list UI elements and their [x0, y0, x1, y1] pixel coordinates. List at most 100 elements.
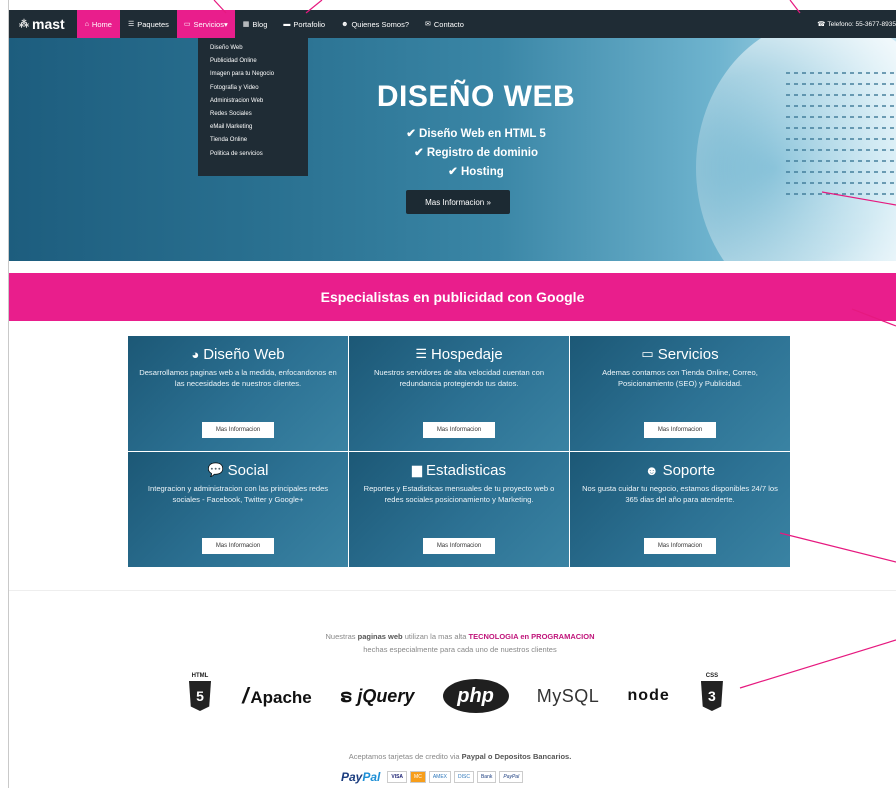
service-card-description: Ademas contamos con Tienda Online, Corre… — [602, 368, 758, 388]
service-card-soporte: ☻ Soporte Nos gusta cuidar tu negocio, e… — [570, 452, 790, 567]
service-card-servicios: ▭ Servicios Ademas contamos con Tienda O… — [570, 336, 790, 451]
html5-shield-icon: 5 — [189, 681, 211, 711]
dropdown-item-redes-sociales[interactable]: Redes Sociales — [198, 108, 308, 121]
nodejs-logo: node — [627, 687, 670, 704]
nav-contacto-label: Contacto — [433, 19, 464, 29]
banner-text: Especialistas en publicidad con Google — [320, 289, 585, 305]
service-title-text: Estadisticas — [425, 461, 507, 479]
visa-card-icon: VISA — [387, 771, 408, 783]
nav-paquetes[interactable]: ☰ Paquetes — [120, 10, 177, 38]
nav-blog-label: Blog — [252, 19, 268, 29]
tech-text-bold: paginas web — [357, 632, 403, 641]
paypal-text-a: Pay — [341, 770, 363, 784]
service-more-info-button[interactable]: Mas Informacion — [644, 422, 716, 438]
nav-home-label: Home — [91, 19, 112, 29]
dropdown-item-politica-servicios[interactable]: Politica de servicios — [198, 148, 308, 161]
service-more-info-button[interactable]: Mas Informacion — [644, 538, 716, 554]
server-icon: ☰ — [415, 346, 427, 361]
amex-card-icon: AMEX — [428, 771, 451, 783]
tech-text-part: Nuestras — [325, 632, 356, 641]
phone-text: Telefono: 55-3677-8935 — [827, 20, 896, 28]
paypal-card-icon: PayPal — [499, 771, 524, 783]
css3-label: CSS — [705, 673, 719, 679]
dropdown-item-email-marketing[interactable]: eMail Marketing — [198, 121, 308, 134]
dropdown-item-administracion-web[interactable]: Administracion Web — [198, 95, 308, 108]
service-card-description: Nos gusta cuidar tu negocio, estamos dis… — [582, 484, 778, 504]
php-logo: php — [442, 679, 509, 713]
nav-quienes-somos-label: Quienes Somos? — [351, 19, 409, 29]
payment-text: Aceptamos tarjetas de credito via Paypal… — [250, 752, 670, 761]
css3-shield-icon: 3 — [700, 681, 723, 711]
feather-icon: / — [242, 683, 249, 708]
tech-text-part: utilizan la mas alta — [404, 632, 467, 641]
annotation-line — [779, 532, 896, 563]
service-card-social: 💬 Social Integracion y administracion co… — [128, 452, 348, 567]
nav-paquetes-label: Paquetes — [137, 19, 169, 29]
service-more-info-button[interactable]: Mas Informacion — [202, 538, 274, 554]
nav-quienes-somos[interactable]: ☻ Quienes Somos? — [333, 10, 417, 38]
service-card-title: ▭ Servicios — [570, 344, 790, 364]
service-card-estadisticas: ▆ Estadisticas Reportes y Estadisticas m… — [349, 452, 569, 567]
hero-feature-2: ✔ Registro de dominio — [413, 147, 538, 159]
cart-icon: ☰ — [127, 21, 135, 28]
dropdown-item-fotografia-video[interactable]: Fotografia y Video — [198, 82, 308, 95]
service-card-diseno-web: ◕ Diseño Web Desarrollamos paginas web a… — [128, 336, 348, 451]
apache-text: Apache — [250, 688, 312, 707]
servicios-dropdown-menu: Diseño Web Publicidad Online Imagen para… — [198, 38, 308, 176]
group-icon: ☻ — [644, 462, 659, 478]
brand-logo[interactable]: ⁂ mast — [9, 10, 77, 38]
caret-down-icon: ▾ — [223, 19, 228, 29]
hero-decor-code — [786, 63, 896, 261]
briefcase-icon: ▬ — [283, 20, 291, 28]
payment-text-part: Aceptamos tarjetas de credito via — [348, 752, 460, 761]
css3-logo: CSS 3 — [698, 673, 726, 719]
service-title-text: Servicios — [657, 345, 719, 363]
nav-portafolio-label: Portafolio — [293, 19, 326, 29]
service-card-title: ◕ Diseño Web — [128, 344, 348, 364]
hero-more-info-button[interactable]: Mas Informacion » — [406, 190, 510, 214]
service-card-hospedaje: ☰ Hospedaje Nuestros servidores de alta … — [349, 336, 569, 451]
mysql-logo: MySQL — [536, 685, 600, 706]
discover-card-icon: DISC — [454, 771, 474, 783]
dropdown-item-diseno-web[interactable]: Diseño Web — [198, 42, 308, 55]
nav-home[interactable]: ⌂ Home — [76, 10, 120, 38]
technology-logos: HTML 5 /Apache ຣ jQuery php MySQL node C… — [186, 666, 726, 726]
paypal-logo: PayPal — [341, 770, 380, 784]
top-navbar: ⁂ mast ⌂ Home ☰ Paquetes ▭ Servicios ▾ ▦… — [9, 10, 896, 38]
dropdown-item-publicidad-online[interactable]: Publicidad Online — [198, 55, 308, 68]
service-card-description: Reportes y Estadisticas mensuales de tu … — [363, 484, 555, 504]
apache-logo: / Apache — [242, 683, 312, 709]
monitor-icon: ▭ — [183, 21, 191, 28]
service-card-title: ▆ Estadisticas — [349, 460, 569, 480]
service-title-text: Hospedaje — [430, 345, 503, 363]
payment-logos: PayPal VISA MC AMEX DISC Bank PayPal — [341, 768, 524, 786]
nav-contacto[interactable]: ✉ Contacto — [417, 10, 472, 38]
service-more-info-button[interactable]: Mas Informacion — [202, 422, 274, 438]
jquery-swirl-icon: ຣ — [339, 685, 353, 706]
google-ads-banner: Especialistas en publicidad con Google — [9, 273, 896, 321]
bank-icon: Bank — [476, 771, 497, 783]
tech-subline: hechas especialmente para cada uno de nu… — [363, 645, 557, 654]
nav-portafolio[interactable]: ▬ Portafolio — [275, 10, 333, 38]
service-title-text: Diseño Web — [203, 345, 285, 363]
dropdown-item-imagen-negocio[interactable]: Imagen para tu Negocio — [198, 68, 308, 81]
jquery-text: jQuery — [357, 685, 415, 706]
hero-feature-3: ✔ Hosting — [448, 166, 504, 178]
hero-title: DISEÑO WEB — [376, 80, 576, 113]
left-border — [0, 0, 9, 788]
chat-icon: 💬 — [207, 462, 224, 477]
service-more-info-button[interactable]: Mas Informacion — [423, 538, 495, 554]
dropdown-item-tienda-online[interactable]: Tienda Online — [198, 134, 308, 147]
grid-icon: ▦ — [242, 21, 250, 28]
service-more-info-button[interactable]: Mas Informacion — [423, 422, 495, 438]
globe-icon: ◕ — [191, 346, 200, 362]
html5-logo: HTML 5 — [186, 673, 214, 719]
phone-number: ☎ Telefono: 55-3677-8935 — [817, 10, 896, 38]
phone-icon: ☎ — [817, 21, 826, 28]
nav-servicios[interactable]: ▭ Servicios ▾ — [176, 10, 235, 38]
envelope-icon: ✉ — [425, 21, 431, 28]
nav-blog[interactable]: ▦ Blog — [235, 10, 276, 38]
nav-servicios-label: Servicios — [193, 19, 224, 29]
service-card-title: ☻ Soporte — [570, 460, 790, 480]
paypal-text-b: Pal — [362, 770, 381, 784]
